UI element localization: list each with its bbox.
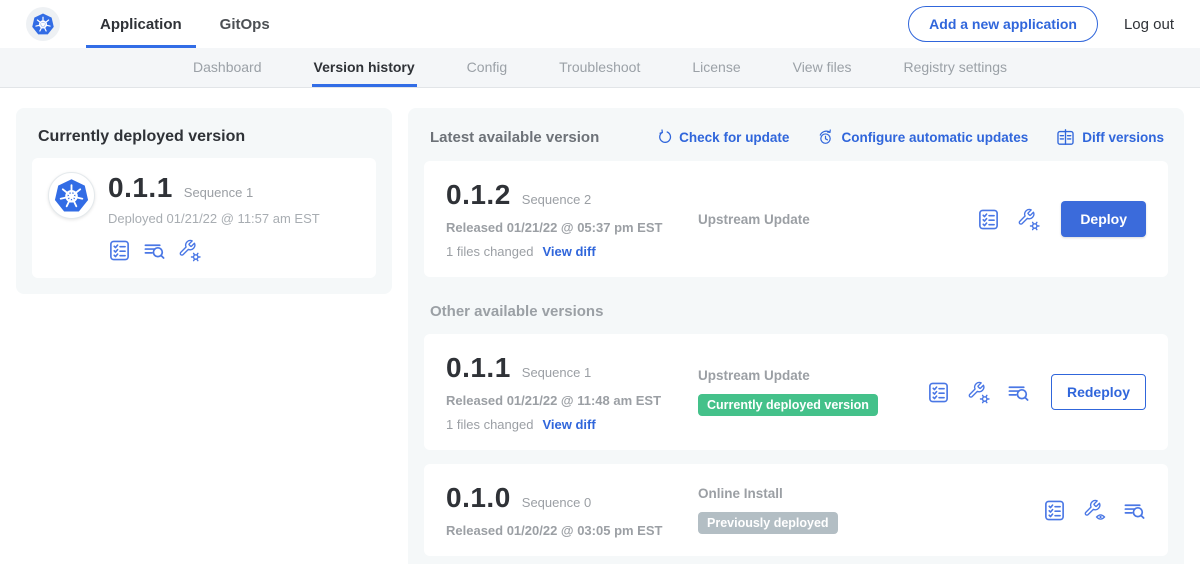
subnav-tab-registry-settings[interactable]: Registry settings: [902, 48, 1009, 87]
app-logo-icon: [48, 172, 95, 219]
version-history-page: Currently deployed version 0.1.1 Sequenc…: [0, 88, 1200, 564]
preflight-checklist-icon[interactable]: [977, 208, 1000, 231]
top-nav: Application GitOps Add a new application…: [0, 0, 1200, 48]
released-timestamp: Released 01/21/22 @ 05:37 pm EST: [446, 220, 698, 235]
currently-deployed-card: 0.1.1 Sequence 1 Deployed 01/21/22 @ 11:…: [32, 158, 376, 278]
view-diff-link[interactable]: View diff: [542, 417, 595, 432]
check-for-update-link[interactable]: Check for update: [655, 129, 789, 146]
version-row-0-1-0: 0.1.0 Sequence 0 Released 01/20/22 @ 03:…: [424, 464, 1168, 556]
currently-deployed-panel: Currently deployed version 0.1.1 Sequenc…: [16, 108, 392, 294]
tab-application[interactable]: Application: [86, 0, 196, 48]
released-timestamp: Released 01/21/22 @ 11:48 am EST: [446, 393, 698, 408]
config-gear-icon[interactable]: [178, 239, 201, 262]
diff-versions-link[interactable]: Diff versions: [1056, 128, 1164, 147]
files-changed-label: 1 files changed: [446, 244, 533, 259]
version-number: 0.1.2: [446, 179, 511, 211]
deployed-timestamp: Deployed 01/21/22 @ 11:57 am EST: [108, 211, 320, 226]
view-diff-link[interactable]: View diff: [542, 244, 595, 259]
currently-deployed-badge: Currently deployed version: [698, 394, 878, 416]
sequence-label: Sequence 1: [522, 365, 591, 380]
tab-gitops[interactable]: GitOps: [206, 0, 284, 48]
release-notes-icon[interactable]: [1123, 499, 1146, 522]
preflight-checklist-icon[interactable]: [927, 381, 950, 404]
refresh-icon: [655, 129, 672, 146]
diff-panes-icon: [1056, 128, 1075, 147]
version-row-0-1-1: 0.1.1 Sequence 1 Released 01/21/22 @ 11:…: [424, 334, 1168, 450]
sequence-label: Sequence 0: [522, 495, 591, 510]
add-new-application-button[interactable]: Add a new application: [908, 6, 1098, 42]
subnav-tab-version-history[interactable]: Version history: [312, 48, 417, 87]
redeploy-button[interactable]: Redeploy: [1051, 374, 1146, 410]
subnav-tab-troubleshoot[interactable]: Troubleshoot: [557, 48, 642, 87]
previously-deployed-badge: Previously deployed: [698, 512, 838, 534]
version-source-label: Upstream Update: [698, 212, 977, 227]
subnav-tab-dashboard[interactable]: Dashboard: [191, 48, 264, 87]
release-notes-icon[interactable]: [143, 239, 166, 262]
version-number: 0.1.1: [446, 352, 511, 384]
available-versions-panel: Latest available version Check for updat…: [408, 108, 1184, 564]
subnav-tab-view-files[interactable]: View files: [791, 48, 854, 87]
other-available-heading: Other available versions: [430, 303, 1164, 320]
configure-automatic-updates-link[interactable]: Configure automatic updates: [817, 129, 1028, 146]
subnav-tab-config[interactable]: Config: [465, 48, 509, 87]
diff-versions-label: Diff versions: [1082, 130, 1164, 145]
version-number: 0.1.0: [446, 482, 511, 514]
sequence-label: Sequence 2: [522, 192, 591, 207]
logout-button[interactable]: Log out: [1124, 16, 1174, 33]
version-source-label: Online Install: [698, 486, 1043, 501]
deployed-sequence-label: Sequence 1: [184, 185, 253, 200]
currently-deployed-title: Currently deployed version: [38, 128, 376, 146]
preflight-checklist-icon[interactable]: [108, 239, 131, 262]
version-source-label: Upstream Update: [698, 368, 927, 383]
deployed-version-number: 0.1.1: [108, 172, 173, 204]
app-sub-nav: Dashboard Version history Config Trouble…: [0, 48, 1200, 88]
deployed-version-info: 0.1.1 Sequence 1 Deployed 01/21/22 @ 11:…: [108, 172, 320, 262]
subnav-tab-license[interactable]: License: [690, 48, 742, 87]
config-view-icon[interactable]: [1083, 499, 1106, 522]
deploy-button[interactable]: Deploy: [1061, 201, 1146, 237]
config-gear-icon[interactable]: [1017, 208, 1040, 231]
version-row-0-1-2: 0.1.2 Sequence 2 Released 01/21/22 @ 05:…: [424, 161, 1168, 277]
kubernetes-logo-icon: [26, 7, 60, 41]
check-for-update-label: Check for update: [679, 130, 789, 145]
config-gear-icon[interactable]: [967, 381, 990, 404]
files-changed-label: 1 files changed: [446, 417, 533, 432]
latest-available-heading: Latest available version: [430, 129, 599, 146]
released-timestamp: Released 01/20/22 @ 03:05 pm EST: [446, 523, 698, 538]
configure-automatic-updates-label: Configure automatic updates: [841, 130, 1028, 145]
preflight-checklist-icon[interactable]: [1043, 499, 1066, 522]
release-notes-icon[interactable]: [1007, 381, 1030, 404]
auto-update-clock-icon: [817, 129, 834, 146]
version-actions: Check for update Configure automatic upd…: [655, 128, 1164, 147]
